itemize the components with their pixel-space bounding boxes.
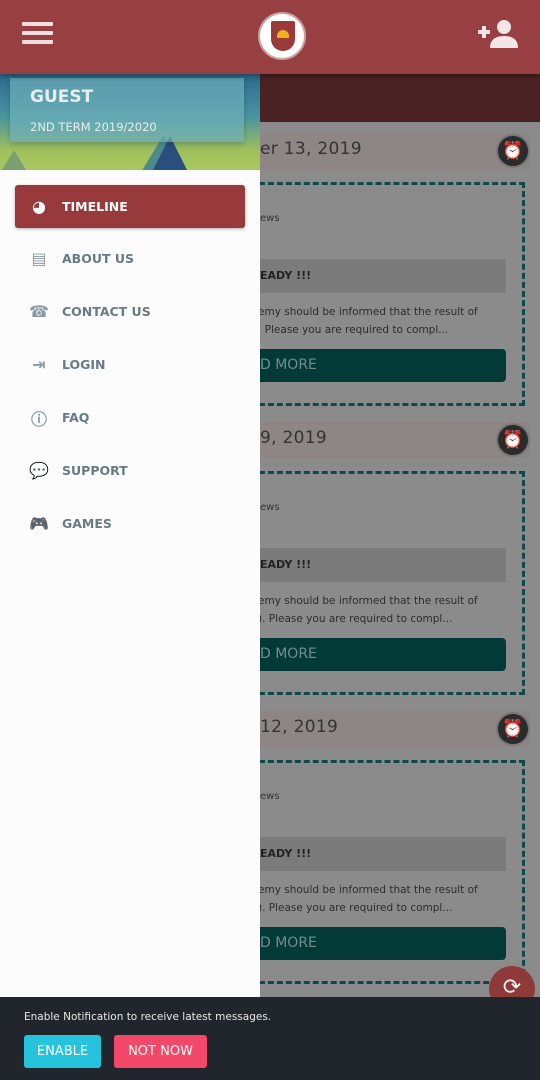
comments-icon: 💬 xyxy=(29,461,49,480)
desc-line: emy should be informed that the result o… xyxy=(260,884,478,896)
desc-line: ). Please you are required to compl... xyxy=(260,902,453,914)
nav-item-contact-us[interactable]: ☎ CONTACT US xyxy=(15,290,245,333)
term-label: 2ND TERM 2019/2020 xyxy=(30,120,157,134)
user-name: GUEST xyxy=(30,87,94,107)
phone-icon: ☎ xyxy=(29,302,49,321)
user-info-box: GUEST 2ND TERM 2019/2020 xyxy=(10,78,244,142)
drawer-header: GUEST 2ND TERM 2019/2020 xyxy=(0,74,260,170)
desc-line: . Please you are required to compl... xyxy=(260,324,449,336)
post-title: EADY !!! xyxy=(260,837,506,871)
post-description: emy should be informed that the result o… xyxy=(260,303,508,339)
alarm-clock-icon[interactable]: ⏰ xyxy=(496,134,530,168)
mountain-decoration xyxy=(0,150,38,170)
desc-line: emy should be informed that the result o… xyxy=(260,306,478,318)
post-date: 9, 2019 xyxy=(260,422,530,458)
read-more-button[interactable]: D MORE xyxy=(260,927,506,960)
alarm-clock-icon[interactable]: ⏰ xyxy=(496,712,530,746)
dashboard-icon: ◕ xyxy=(32,197,46,216)
desc-line: ). Please you are required to compl... xyxy=(260,613,453,625)
post-title: EADY !!! xyxy=(260,548,506,582)
person-add-icon[interactable] xyxy=(476,18,518,48)
alarm-clock-icon[interactable]: ⏰ xyxy=(496,423,530,457)
nav-label: FAQ xyxy=(62,410,90,425)
post-date: 12, 2019 xyxy=(260,711,530,747)
nav-label: LOGIN xyxy=(62,357,106,372)
nav-label: ABOUT US xyxy=(62,251,135,266)
nav-item-support[interactable]: 💬 SUPPORT xyxy=(15,449,245,492)
tab-strip xyxy=(260,74,540,122)
gamepad-icon: 🎮 xyxy=(29,514,49,533)
timeline-feed: er 13, 2019 ⏰ ews EADY !!! emy should be… xyxy=(260,122,540,997)
hamburger-menu-icon[interactable] xyxy=(22,22,53,44)
read-more-button[interactable]: D MORE xyxy=(260,349,506,382)
nav-label: GAMES xyxy=(62,516,112,531)
notification-banner: Enable Notification to receive latest me… xyxy=(0,997,540,1080)
post-views: ews xyxy=(260,502,280,513)
nav-label: CONTACT US xyxy=(62,304,151,319)
app-header xyxy=(0,0,540,74)
notification-text: Enable Notification to receive latest me… xyxy=(24,1011,272,1023)
not-now-button[interactable]: NOT NOW xyxy=(114,1035,207,1068)
post-date: er 13, 2019 xyxy=(260,133,530,169)
sign-in-icon: ⇥ xyxy=(32,355,46,374)
post-body: ews EADY !!! emy should be informed that… xyxy=(260,182,525,406)
info-icon: ⓘ xyxy=(30,409,47,429)
post-body: ews EADY !!! emy should be informed that… xyxy=(260,471,525,695)
desc-line: emy should be informed that the result o… xyxy=(260,595,478,607)
id-card-icon: ▤ xyxy=(31,249,47,268)
post-views: ews xyxy=(260,213,280,224)
nav-label: TIMELINE xyxy=(62,199,128,214)
school-logo[interactable] xyxy=(258,12,306,60)
nav-item-login[interactable]: ⇥ LOGIN xyxy=(15,343,245,386)
nav-item-faq[interactable]: ⓘ FAQ xyxy=(15,396,245,439)
nav-item-timeline[interactable]: ◕ TIMELINE xyxy=(15,185,245,228)
post-body: ews EADY !!! emy should be informed that… xyxy=(260,760,525,984)
enable-button[interactable]: ENABLE xyxy=(24,1035,101,1068)
post-title: EADY !!! xyxy=(260,259,506,293)
post-description: emy should be informed that the result o… xyxy=(260,592,508,628)
read-more-button[interactable]: D MORE xyxy=(260,638,506,671)
nav-drawer: GUEST 2ND TERM 2019/2020 ◕ TIMELINE ▤ ABOU… xyxy=(0,74,260,997)
nav-item-about-us[interactable]: ▤ ABOUT US xyxy=(15,237,245,280)
post-views: ews xyxy=(260,791,280,802)
nav-label: SUPPORT xyxy=(62,463,128,478)
post-description: emy should be informed that the result o… xyxy=(260,881,508,917)
nav-item-games[interactable]: 🎮 GAMES xyxy=(15,502,245,545)
